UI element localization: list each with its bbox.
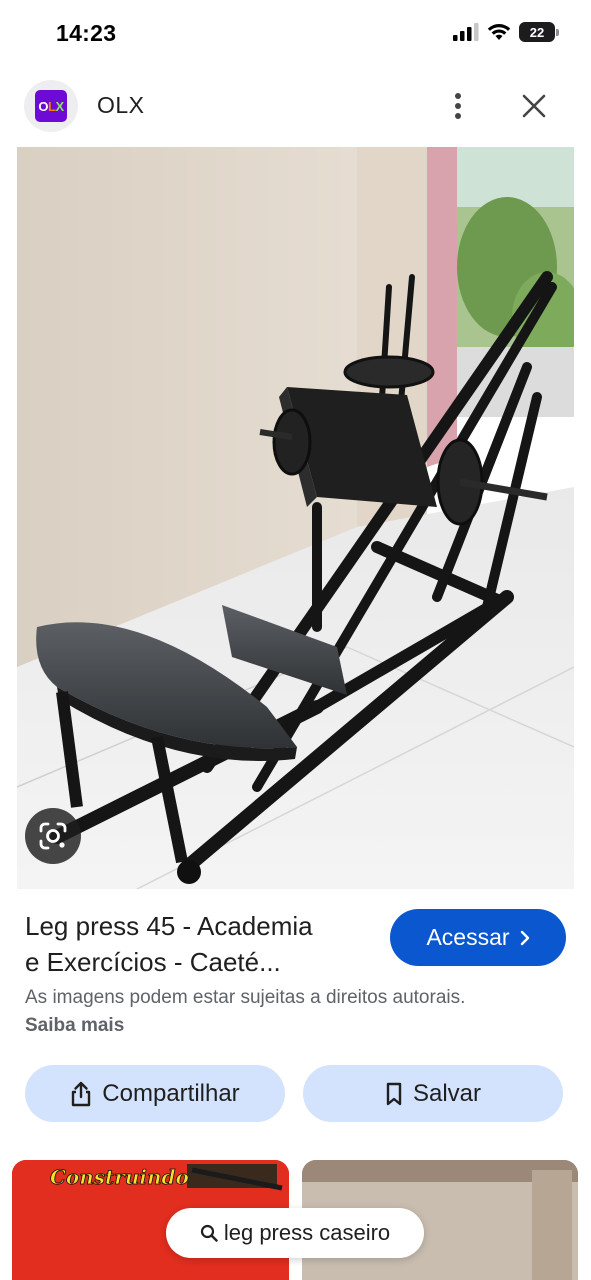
close-button[interactable] xyxy=(516,88,552,124)
copyright-notice: As imagens podem estar sujeitas a direit… xyxy=(25,984,505,1040)
related-search-chip[interactable]: leg press caseiro xyxy=(166,1208,424,1258)
status-icons: 22 xyxy=(453,22,559,42)
lens-icon xyxy=(39,822,67,850)
battery-icon: 22 xyxy=(519,22,559,42)
image-viewer xyxy=(0,147,591,889)
product-image[interactable] xyxy=(17,147,574,889)
result-title-line-2: e Exercícios - Caeté... xyxy=(25,947,281,977)
share-button[interactable]: Compartilhar xyxy=(25,1065,285,1122)
save-button[interactable]: Salvar xyxy=(303,1065,563,1122)
close-icon xyxy=(522,94,546,118)
leg-press-illustration xyxy=(17,147,574,889)
share-button-label: Compartilhar xyxy=(102,1079,240,1107)
olx-logo-icon: OLX xyxy=(35,90,67,122)
visit-button-label: Acessar xyxy=(426,924,510,950)
learn-more-link[interactable]: Saiba mais xyxy=(25,1015,124,1036)
status-time: 14:23 xyxy=(56,20,117,46)
lens-button[interactable] xyxy=(25,808,81,864)
save-button-label: Salvar xyxy=(412,1079,482,1107)
status-bar: 14:23 22 xyxy=(0,0,591,64)
result-title-line-1: Leg press 45 - Academia xyxy=(25,911,313,941)
search-chip-label: leg press caseiro xyxy=(223,1220,391,1245)
bookmark-icon xyxy=(386,1082,402,1105)
share-icon xyxy=(72,1081,91,1106)
battery-level: 22 xyxy=(529,24,545,40)
site-logo[interactable]: OLX xyxy=(24,80,78,132)
site-name[interactable]: OLX xyxy=(97,92,145,119)
result-title[interactable]: Leg press 45 - Academia e Exercícios - C… xyxy=(25,908,370,980)
related-thumbnail-caption: Construindo xyxy=(50,1165,189,1189)
signal-icon xyxy=(453,23,479,41)
visit-button[interactable]: Acessar xyxy=(390,909,566,966)
search-icon xyxy=(200,1224,218,1242)
chevron-right-icon xyxy=(520,930,529,945)
source-header: OLX OLX xyxy=(0,70,591,142)
copyright-text: As imagens podem estar sujeitas a direit… xyxy=(25,987,466,1008)
wifi-icon xyxy=(487,24,511,40)
more-vert-icon xyxy=(455,93,461,119)
more-options-button[interactable] xyxy=(444,86,472,126)
